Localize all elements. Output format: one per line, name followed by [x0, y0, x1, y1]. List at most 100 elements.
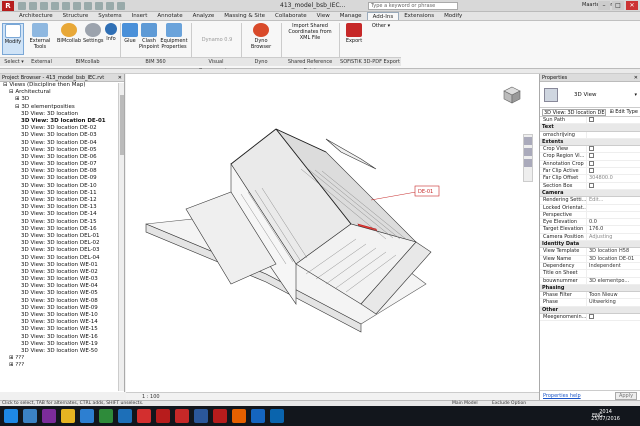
browser-item[interactable]: 3D View: 3D location WE-03: [0, 276, 124, 283]
browser-item[interactable]: 3D View: 3D location DE-10: [0, 183, 124, 190]
property-checkbox[interactable]: [589, 314, 594, 320]
browser-item[interactable]: 3D View: 3D location DE-16: [0, 226, 124, 233]
tab-analyze[interactable]: Analyze: [188, 12, 220, 20]
close-icon[interactable]: ✕: [118, 74, 122, 82]
tab-systems[interactable]: Systems: [93, 12, 126, 20]
browser-item[interactable]: 3D View: 3D location DE-07: [0, 161, 124, 168]
glue-button[interactable]: Glue: [122, 23, 138, 44]
property-group[interactable]: Camera: [540, 189, 640, 198]
property-group[interactable]: Other: [540, 306, 640, 315]
autocad-icon[interactable]: [175, 409, 189, 423]
browser-item[interactable]: ⊟ Views (Discipline then Map): [0, 82, 124, 89]
browser-item[interactable]: 3D View: 3D location WE-01: [0, 262, 124, 269]
property-value[interactable]: Edit...: [586, 197, 640, 204]
browser-item[interactable]: 3D View: 3D location DE-08: [0, 168, 124, 175]
property-value[interactable]: 3D elementpo...: [586, 277, 640, 284]
browser-item[interactable]: 3D View: 3D location DE-09: [0, 175, 124, 182]
outlook-icon[interactable]: [270, 409, 284, 423]
onenote-icon[interactable]: [42, 409, 56, 423]
maximize-icon[interactable]: □: [612, 1, 624, 10]
browser-item[interactable]: 3D View: 3D location: [0, 111, 124, 118]
firefox-icon[interactable]: [232, 409, 246, 423]
tab-add-ins[interactable]: Add-Ins: [366, 12, 400, 20]
property-group[interactable]: Identity Data: [540, 241, 640, 249]
import-shared-coordinates-button[interactable]: Import Shared Coordinates from XML File: [284, 23, 336, 41]
instance-filter-select[interactable]: 3D View: 3D location DE-01: [542, 109, 606, 116]
browser-item[interactable]: 3D View: 3D location WE-02: [0, 269, 124, 276]
browser-item[interactable]: 3D View: 3D location WE-50: [0, 348, 124, 355]
browser-item[interactable]: 3D View: 3D location DE-03: [0, 132, 124, 139]
info-button[interactable]: Info: [104, 23, 118, 42]
browser-item[interactable]: 3D View: 3D location DE-01: [0, 118, 124, 125]
browser-item[interactable]: 3D View: 3D location DE-13: [0, 204, 124, 211]
tab-insert[interactable]: Insert: [127, 12, 153, 20]
tab-structure[interactable]: Structure: [58, 12, 94, 20]
property-checkbox[interactable]: [589, 160, 594, 166]
scrollbar-thumb[interactable]: [120, 95, 124, 155]
store-icon[interactable]: [80, 409, 94, 423]
property-value[interactable]: [586, 153, 640, 160]
property-value[interactable]: [586, 182, 640, 189]
modify-button[interactable]: Modify: [2, 23, 24, 55]
property-checkbox[interactable]: [589, 168, 594, 174]
tab-architecture[interactable]: Architecture: [14, 12, 58, 20]
browser-item[interactable]: 3D View: 3D location DE-12: [0, 197, 124, 204]
dyno-browser-button[interactable]: Dyno Browser: [244, 23, 278, 50]
thin-lines-icon[interactable]: [117, 2, 125, 10]
property-value[interactable]: [586, 314, 640, 321]
browser-item[interactable]: 3D View: 3D location DE-04: [0, 140, 124, 147]
browser-item[interactable]: ⊞ 3D: [0, 96, 124, 103]
type-selector[interactable]: 3D View ▾: [540, 82, 640, 108]
save-icon[interactable]: [29, 2, 37, 10]
browser-item[interactable]: 3D View: 3D location DE-14: [0, 211, 124, 218]
properties-help-link[interactable]: Properties help: [543, 393, 581, 399]
minimize-icon[interactable]: –: [598, 1, 610, 10]
browser-item[interactable]: 3D View: 3D location WE-10: [0, 312, 124, 319]
section-icon[interactable]: [106, 2, 114, 10]
browser-item[interactable]: 3D View: 3D location WE-16: [0, 334, 124, 341]
edit-type-button[interactable]: ⊞ Edit Type: [609, 108, 638, 117]
browser-item[interactable]: 3D View: 3D location WE-19: [0, 341, 124, 348]
browser-item[interactable]: 3D View: 3D location WE-09: [0, 305, 124, 312]
drawing-canvas[interactable]: DE-01: [126, 74, 539, 392]
property-value[interactable]: 0.0: [586, 219, 640, 226]
browser-item[interactable]: ⊟ 3D elementposities: [0, 104, 124, 111]
search-input[interactable]: Type a keyword or phrase: [368, 2, 458, 10]
property-value[interactable]: [586, 146, 640, 153]
settings-button[interactable]: Settings: [83, 23, 104, 44]
tab-modify[interactable]: Modify: [439, 12, 467, 20]
browser-item[interactable]: ⊞ ???: [0, 355, 124, 362]
browser-item[interactable]: 3D View: 3D location WE-08: [0, 298, 124, 305]
property-value[interactable]: Independent: [586, 262, 640, 270]
property-value[interactable]: Toon Nieuw: [586, 292, 640, 299]
close-icon[interactable]: ✕: [626, 1, 638, 10]
browser-item[interactable]: 3D View: 3D location DE-05: [0, 147, 124, 154]
file-explorer-icon[interactable]: [61, 409, 75, 423]
tab-extensions[interactable]: Extensions: [399, 12, 439, 20]
measure-icon[interactable]: [73, 2, 81, 10]
property-checkbox[interactable]: [589, 117, 594, 122]
project-browser-scrollbar[interactable]: [118, 83, 124, 391]
tab-annotate[interactable]: Annotate: [152, 12, 187, 20]
browser-item[interactable]: 3D View: 3D location DEL-02: [0, 240, 124, 247]
property-value[interactable]: 304800.0: [586, 175, 640, 182]
browser-item[interactable]: 3D View: 3D location DE-06: [0, 154, 124, 161]
acrobat2-icon[interactable]: [156, 409, 170, 423]
dynamo-button[interactable]: Dynamo 0.9: [196, 37, 238, 43]
external-tools-button[interactable]: External Tools: [28, 23, 52, 50]
property-value[interactable]: [586, 204, 640, 211]
apply-button[interactable]: Apply: [615, 392, 637, 400]
revit-logo-icon[interactable]: R: [2, 1, 14, 11]
browser-item[interactable]: 3D View: 3D location WE-05: [0, 290, 124, 297]
element-tag[interactable]: DE-01: [414, 185, 440, 197]
property-checkbox[interactable]: [589, 146, 594, 152]
browser-item[interactable]: 3D View: 3D location DE-11: [0, 190, 124, 197]
property-group[interactable]: Phasing: [540, 284, 640, 293]
viewcube[interactable]: [501, 84, 523, 106]
taskbar-clock[interactable]: 2014 25/07/2016: [591, 409, 620, 423]
tab-manage[interactable]: Manage: [335, 12, 367, 20]
property-checkbox[interactable]: [589, 182, 594, 188]
property-value[interactable]: [586, 270, 640, 277]
3d-view-icon[interactable]: [95, 2, 103, 10]
property-value[interactable]: 3D location DE-01: [586, 255, 640, 262]
